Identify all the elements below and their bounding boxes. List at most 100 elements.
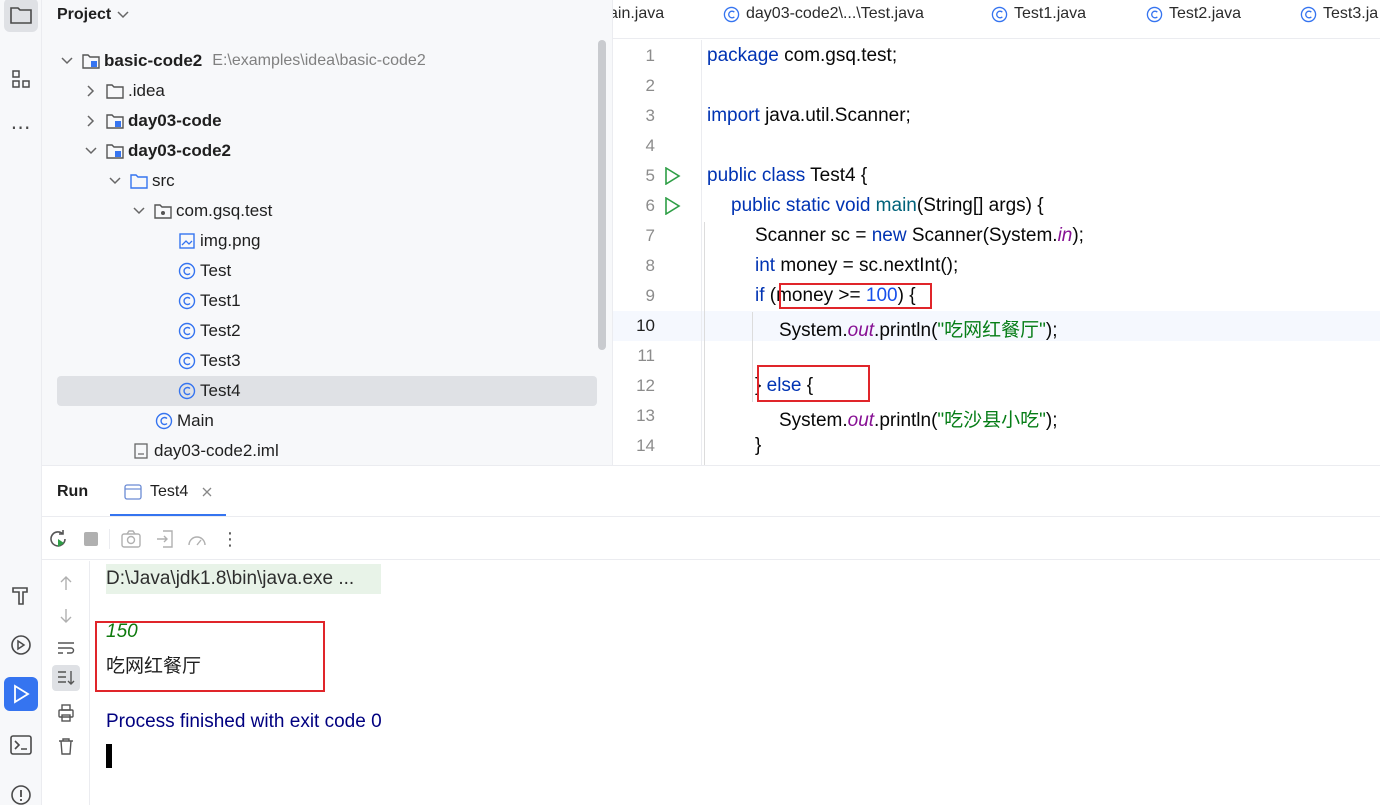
more-options-button[interactable]: ⋮ [220,529,240,549]
clear-all-button[interactable] [56,736,76,756]
project-scrollbar[interactable] [598,40,606,350]
code-line-5: public class Test4 { [707,165,867,187]
tree-item-test3[interactable]: Test3 [42,346,602,376]
code-text: .println( [874,410,938,431]
code-text: .println( [874,320,938,341]
services-tool-button[interactable] [4,628,38,662]
line-number: 12 [636,376,655,395]
tree-item-test4[interactable]: Test4 [57,376,597,406]
code-text: money = sc.nextInt(); [775,255,959,276]
tab-test1[interactable]: Test1.java [991,5,1086,23]
tree-item-test2[interactable]: Test2 [42,316,602,346]
tab-test2[interactable]: Test2.java [1146,5,1241,23]
project-panel-header[interactable]: Project [57,6,129,24]
rerun-icon [50,530,66,547]
annotation-box-condition [779,283,932,309]
java-class-icon [178,292,196,310]
tabs-divider [613,38,1380,39]
tree-item-src[interactable]: src [42,166,602,196]
console-icon [124,484,142,500]
stop-button[interactable] [81,529,101,549]
code-text: ); [1045,410,1058,431]
scroll-up-button[interactable] [56,573,76,593]
field: out [847,410,875,431]
print-icon [58,704,74,722]
tree-item-label: day03-code2.iml [154,441,279,460]
camera-icon [121,530,141,548]
trash-icon [59,738,73,755]
tree-item-day03-code[interactable]: day03-code [42,106,602,136]
annotation-box-output [95,621,325,692]
problems-tool-button[interactable] [4,778,38,805]
line-number: 11 [637,346,655,365]
tree-item-test[interactable]: Test [42,256,602,286]
tree-item-test1[interactable]: Test1 [42,286,602,316]
tree-item-label: day03-code [128,111,222,130]
structure-tool-button[interactable] [4,62,38,96]
java-class-icon [723,6,740,22]
exit-button[interactable] [155,529,175,549]
annotation-box-else [757,365,870,402]
chevron-down-icon[interactable] [84,144,98,158]
close-icon[interactable] [202,487,212,497]
tab-test[interactable]: day03-code2\...\Test.java [723,5,924,23]
tab-test3[interactable]: Test3.ja [1300,5,1378,23]
dump-threads-button[interactable] [121,529,141,549]
tree-item-day03-code2[interactable]: day03-code2 [42,136,602,166]
line-number: 1 [645,46,655,65]
scroll-to-end-button[interactable] [52,665,80,691]
profiler-button[interactable] [187,529,207,549]
code-editor[interactable]: ain.java day03-code2\...\Test.java Test1… [612,0,1380,465]
more-vertical-icon: ⋮ [221,529,239,549]
tree-item-label: Test2 [200,321,241,340]
tree-item-basic-code2[interactable]: basic-code2 E:\examples\idea\basic-code2 [42,46,602,76]
line-number: 14 [636,436,655,455]
tab-label: Test3.ja [1323,5,1379,22]
chevron-down-icon[interactable] [108,174,122,188]
chevron-right-icon[interactable] [84,114,98,128]
code-text: com.gsq.test; [778,45,898,66]
run-tool-button[interactable] [4,677,38,711]
gutter-divider [701,40,702,465]
tree-item-idea[interactable]: .idea [42,76,602,106]
tree-item-package[interactable]: com.gsq.test [42,196,602,226]
tree-item-main[interactable]: Main [42,406,602,436]
line-number: 4 [645,136,655,155]
print-button[interactable] [56,703,76,723]
java-class-icon [991,6,1008,22]
console-side-toolbar [42,561,90,805]
run-tab-test4[interactable]: Test4 [124,483,212,501]
run-icon [14,684,30,704]
module-folder-icon [82,52,100,70]
run-class-icon[interactable] [663,167,681,185]
tab-main[interactable]: ain.java [613,5,664,23]
code-line-6: public static void main(String[] args) { [731,195,1044,217]
line-number: 10 [636,316,655,335]
structure-icon [12,70,30,88]
chevron-down-icon[interactable] [132,204,146,218]
code-text: Scanner sc = [755,225,872,246]
line-number: 2 [645,76,655,95]
soft-wrap-button[interactable] [56,638,76,658]
line-number: 5 [645,166,655,185]
activity-bar: ⋯ [0,0,42,805]
project-tool-button[interactable] [4,0,38,32]
folder-icon [106,82,124,100]
rerun-button[interactable] [48,529,68,549]
tree-item-img-png[interactable]: img.png [42,226,602,256]
build-tool-button[interactable] [4,578,38,612]
exit-icon [157,530,173,548]
wrap-icon [58,642,75,654]
tree-item-label: img.png [200,231,261,250]
code-text: ); [1072,225,1084,246]
code-line-7: Scanner sc = new Scanner(System.in); [755,225,1084,247]
scroll-down-button[interactable] [56,606,76,626]
more-tools-button[interactable]: ⋯ [4,110,38,144]
chevron-right-icon[interactable] [84,84,98,98]
java-class-icon [178,382,196,400]
terminal-tool-button[interactable] [4,728,38,762]
tree-item-iml[interactable]: day03-code2.iml [42,436,602,465]
run-panel: Run Test4 ⋮ D:\Java\jdk1.8\bin\java.exe … [42,465,1380,805]
chevron-down-icon[interactable] [60,54,74,68]
run-main-icon[interactable] [663,197,681,215]
